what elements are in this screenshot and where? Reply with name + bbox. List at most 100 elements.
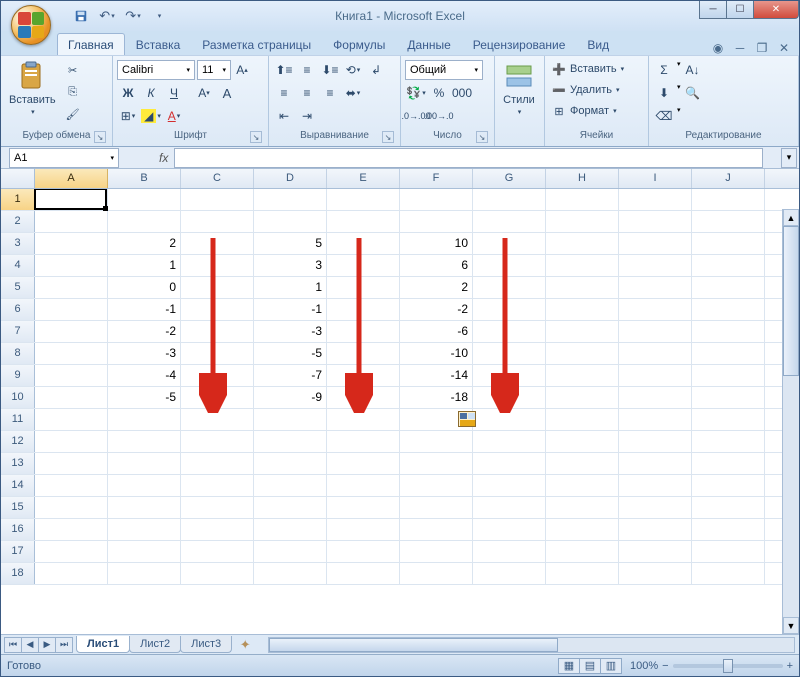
italic-button[interactable]: К	[140, 83, 162, 103]
col-header-B[interactable]: B	[108, 169, 181, 188]
cell-A5[interactable]	[35, 277, 108, 298]
cell-J4[interactable]	[692, 255, 765, 276]
cell-B14[interactable]	[108, 475, 181, 496]
bold-button[interactable]: Ж	[117, 83, 139, 103]
cell-H15[interactable]	[546, 497, 619, 518]
cell-E18[interactable]	[327, 563, 400, 584]
cell-F16[interactable]	[400, 519, 473, 540]
row-header-3[interactable]: 3	[1, 233, 35, 254]
cell-J6[interactable]	[692, 299, 765, 320]
horizontal-scrollbar[interactable]	[268, 637, 795, 653]
cell-D10[interactable]: -9	[254, 387, 327, 408]
cell-D11[interactable]	[254, 409, 327, 430]
cell-E14[interactable]	[327, 475, 400, 496]
row-header-15[interactable]: 15	[1, 497, 35, 518]
cell-J10[interactable]	[692, 387, 765, 408]
tab-главная[interactable]: Главная	[57, 33, 125, 55]
qat-redo-icon[interactable]: ↷▾	[123, 6, 143, 26]
copy-icon[interactable]: ⎘	[62, 82, 84, 102]
minimize-button[interactable]: ─	[699, 1, 727, 19]
align-right-icon[interactable]: ≡	[319, 83, 341, 103]
row-header-8[interactable]: 8	[1, 343, 35, 364]
row-header-7[interactable]: 7	[1, 321, 35, 342]
cell-H10[interactable]	[546, 387, 619, 408]
cell-J18[interactable]	[692, 563, 765, 584]
cell-E9[interactable]	[327, 365, 400, 386]
cell-J13[interactable]	[692, 453, 765, 474]
cell-I2[interactable]	[619, 211, 692, 232]
workbook-restore-icon[interactable]: ❐	[755, 41, 769, 55]
tab-разметка страницы[interactable]: Разметка страницы	[191, 33, 322, 55]
cell-I15[interactable]	[619, 497, 692, 518]
zoom-slider[interactable]	[673, 664, 783, 668]
cell-D9[interactable]: -7	[254, 365, 327, 386]
cell-D1[interactable]	[254, 189, 327, 210]
font-name-combo[interactable]: Calibri▾	[117, 60, 195, 80]
cell-F15[interactable]	[400, 497, 473, 518]
cell-G2[interactable]	[473, 211, 546, 232]
cell-E3[interactable]	[327, 233, 400, 254]
cell-E12[interactable]	[327, 431, 400, 452]
align-launcher-icon[interactable]: ↘	[382, 131, 394, 143]
cell-F5[interactable]: 2	[400, 277, 473, 298]
cell-E10[interactable]	[327, 387, 400, 408]
cell-D16[interactable]	[254, 519, 327, 540]
cell-B7[interactable]: -2	[108, 321, 181, 342]
increase-font-icon[interactable]: A	[216, 83, 238, 103]
cell-J11[interactable]	[692, 409, 765, 430]
cell-C1[interactable]	[181, 189, 254, 210]
cell-D12[interactable]	[254, 431, 327, 452]
cell-H16[interactable]	[546, 519, 619, 540]
cell-C9[interactable]	[181, 365, 254, 386]
cell-J7[interactable]	[692, 321, 765, 342]
comma-style-icon[interactable]: 000	[451, 83, 473, 103]
cell-C8[interactable]	[181, 343, 254, 364]
cell-C14[interactable]	[181, 475, 254, 496]
cell-H11[interactable]	[546, 409, 619, 430]
cell-J1[interactable]	[692, 189, 765, 210]
row-header-10[interactable]: 10	[1, 387, 35, 408]
vertical-scrollbar[interactable]: ▲ ▼	[782, 209, 799, 634]
cell-J17[interactable]	[692, 541, 765, 562]
col-header-F[interactable]: F	[400, 169, 473, 188]
cell-B1[interactable]	[108, 189, 181, 210]
cell-H8[interactable]	[546, 343, 619, 364]
clipboard-launcher-icon[interactable]: ↘	[94, 131, 106, 143]
cell-G6[interactable]	[473, 299, 546, 320]
align-middle-icon[interactable]: ≡	[296, 60, 318, 80]
cell-G3[interactable]	[473, 233, 546, 254]
cell-F8[interactable]: -10	[400, 343, 473, 364]
cell-F9[interactable]: -14	[400, 365, 473, 386]
cell-H9[interactable]	[546, 365, 619, 386]
cell-A4[interactable]	[35, 255, 108, 276]
fill-color-button[interactable]: ◢▾	[140, 106, 162, 126]
cell-F3[interactable]: 10	[400, 233, 473, 254]
cell-A10[interactable]	[35, 387, 108, 408]
cell-H4[interactable]	[546, 255, 619, 276]
cell-E16[interactable]	[327, 519, 400, 540]
cell-I5[interactable]	[619, 277, 692, 298]
format-painter-icon[interactable]: 🖌	[62, 104, 84, 124]
zoom-level[interactable]: 100%	[630, 660, 658, 672]
decrease-decimal-icon[interactable]: .00→.0	[428, 106, 450, 126]
row-header-16[interactable]: 16	[1, 519, 35, 540]
cell-I3[interactable]	[619, 233, 692, 254]
cell-I14[interactable]	[619, 475, 692, 496]
cell-I9[interactable]	[619, 365, 692, 386]
sheet-last-icon[interactable]: ⏭	[55, 637, 73, 653]
cell-H17[interactable]	[546, 541, 619, 562]
align-center-icon[interactable]: ≡	[296, 83, 318, 103]
cell-C6[interactable]	[181, 299, 254, 320]
cell-I10[interactable]	[619, 387, 692, 408]
cell-B9[interactable]: -4	[108, 365, 181, 386]
cell-B3[interactable]: 2	[108, 233, 181, 254]
cell-I13[interactable]	[619, 453, 692, 474]
cell-J12[interactable]	[692, 431, 765, 452]
cell-G11[interactable]	[473, 409, 546, 430]
cell-C16[interactable]	[181, 519, 254, 540]
cell-E6[interactable]	[327, 299, 400, 320]
cell-C5[interactable]	[181, 277, 254, 298]
hscroll-thumb[interactable]	[269, 638, 558, 652]
wrap-text-icon[interactable]: ↲	[365, 60, 387, 80]
cell-F1[interactable]	[400, 189, 473, 210]
